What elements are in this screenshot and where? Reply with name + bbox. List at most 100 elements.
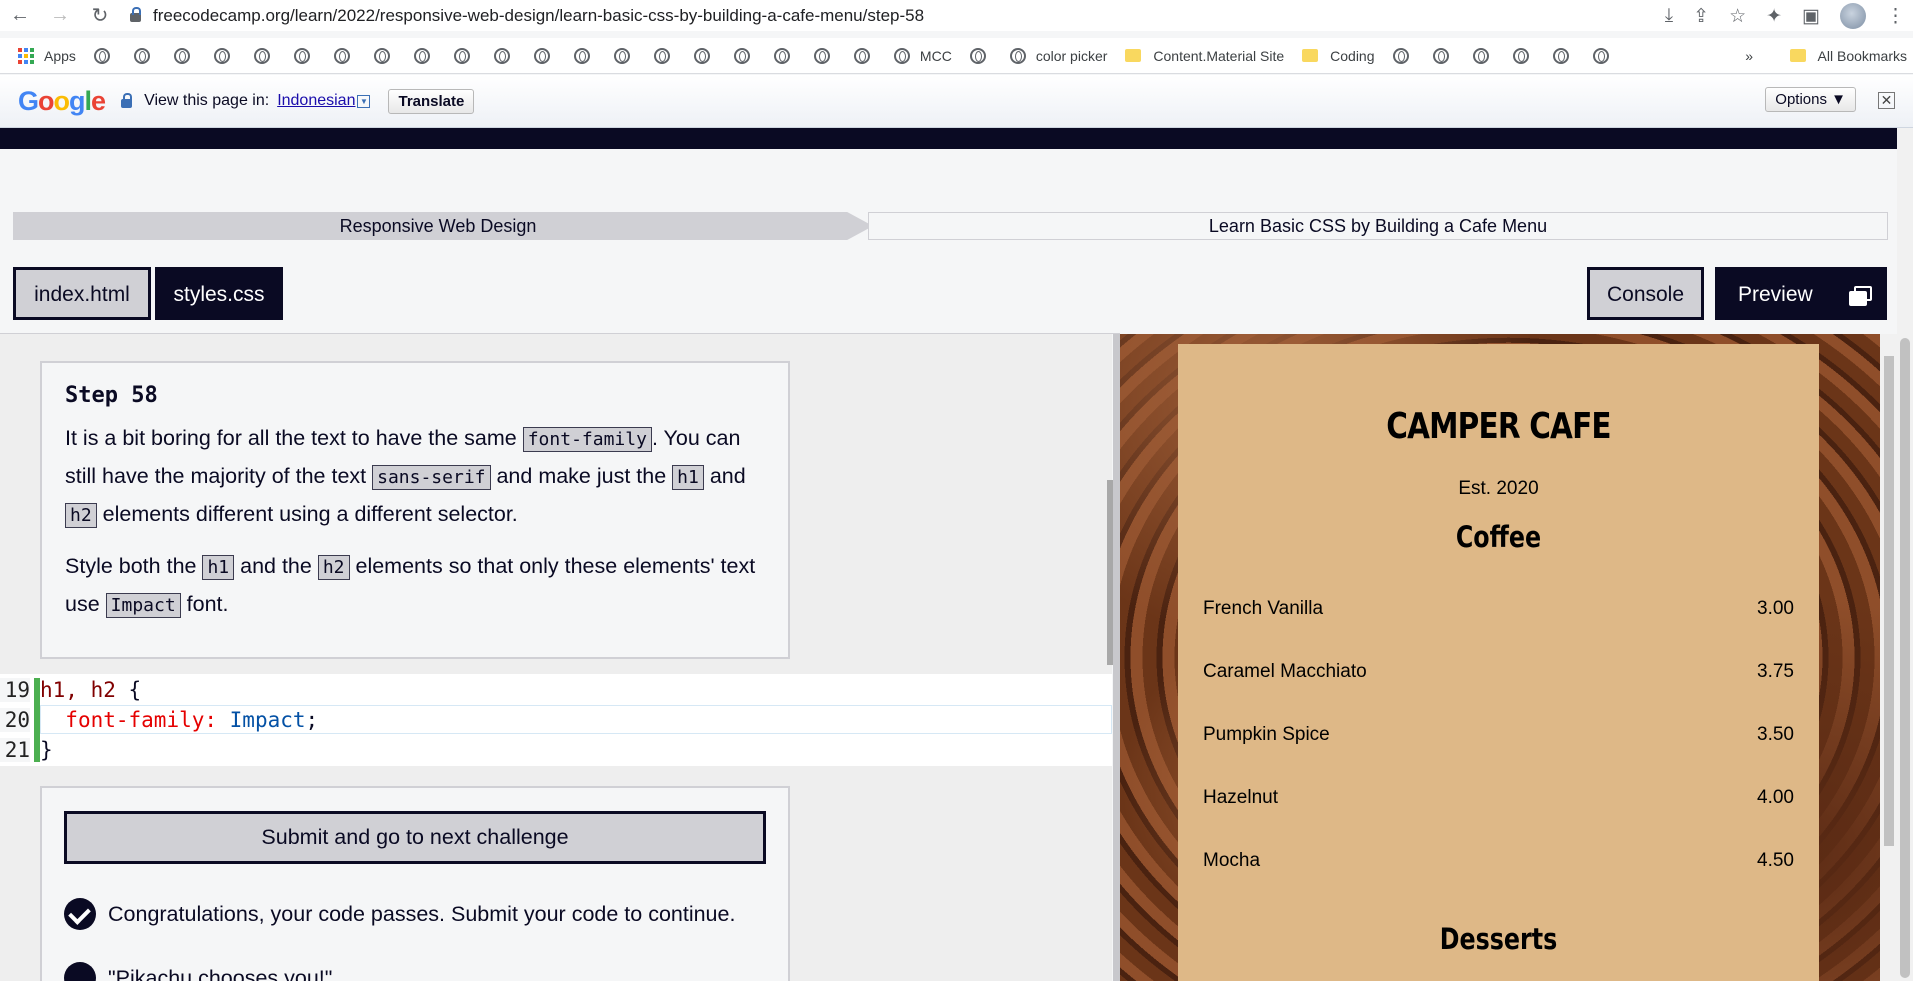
forward-icon[interactable]: →	[40, 4, 80, 27]
globe-icon[interactable]	[653, 47, 670, 64]
folder-icon	[1125, 49, 1142, 62]
cafe-title: CAMPER CAFE	[1386, 406, 1611, 447]
side-panel-icon[interactable]: ▣	[1802, 5, 1820, 28]
desserts-heading: Desserts	[1439, 922, 1558, 956]
submit-button[interactable]: Submit and go to next challenge	[64, 811, 766, 864]
globe-icon[interactable]	[133, 47, 150, 64]
lock-icon	[121, 92, 133, 108]
preview-scrollbar[interactable]	[1880, 334, 1897, 981]
globe-icon[interactable]	[1009, 47, 1026, 64]
breadcrumb-block[interactable]: Learn Basic CSS by Building a Cafe Menu	[868, 212, 1888, 240]
code-line-20[interactable]: font-family: Impact;	[40, 708, 318, 732]
bookmark-color-picker[interactable]: color picker	[1036, 48, 1108, 64]
test-result: "Pikachu chooses you!"	[64, 962, 332, 981]
globe-icon[interactable]	[1552, 47, 1569, 64]
google-logo: Google	[18, 85, 106, 116]
globe-icon[interactable]	[293, 47, 310, 64]
bookmark-material-site[interactable]: Content.Material Site	[1153, 48, 1284, 64]
url-field[interactable]: freecodecamp.org/learn/2022/responsive-w…	[130, 6, 924, 26]
preview-pane: CAMPER CAFE Est. 2020 Coffee French Vani…	[1120, 334, 1897, 981]
menu-item: Hazelnut 4.00	[1203, 787, 1794, 809]
globe-icon[interactable]	[453, 47, 470, 64]
bookmarks-bar: Apps MCC color picker Content.Material S…	[0, 38, 1913, 74]
all-bookmarks[interactable]: All Bookmarks	[1818, 48, 1907, 64]
globe-icon[interactable]	[413, 47, 430, 64]
options-button[interactable]: Options ▼	[1765, 87, 1856, 112]
profile-avatar[interactable]	[1840, 3, 1866, 29]
star-icon[interactable]: ☆	[1729, 5, 1746, 28]
step-paragraph-1: It is a bit boring for all the text to h…	[65, 426, 746, 528]
reload-icon[interactable]: ↻	[80, 3, 120, 28]
back-icon[interactable]: ←	[0, 4, 40, 27]
globe-icon[interactable]	[213, 47, 230, 64]
install-icon[interactable]: ⤓	[1665, 5, 1673, 27]
folder-icon	[1302, 49, 1319, 62]
page-scrollbar[interactable]	[1897, 128, 1913, 981]
item-price: 3.75	[1757, 661, 1794, 682]
globe-icon[interactable]	[853, 47, 870, 64]
globe-icon[interactable]	[573, 47, 590, 64]
item-price: 4.50	[1757, 850, 1794, 871]
globe-icon[interactable]	[493, 47, 510, 64]
globe-icon[interactable]	[93, 47, 110, 64]
item-name: Hazelnut	[1203, 787, 1278, 808]
bookmark-apps[interactable]: Apps	[44, 48, 76, 64]
globe-icon[interactable]	[969, 47, 986, 64]
globe-icon[interactable]	[693, 47, 710, 64]
share-icon[interactable]: ⇪	[1693, 5, 1709, 28]
pane-resize-handle[interactable]	[1113, 334, 1120, 981]
apps-grid-icon	[18, 47, 34, 64]
item-price: 3.00	[1757, 598, 1794, 619]
more-bookmarks-chevron[interactable]: »	[1745, 48, 1753, 64]
dropdown-arrow-icon[interactable]: ▼	[357, 94, 371, 108]
menu-item: Mocha 4.50	[1203, 850, 1794, 872]
site-lock-icon[interactable]	[130, 7, 141, 22]
code-line-21[interactable]: }	[40, 738, 53, 762]
globe-icon[interactable]	[613, 47, 630, 64]
item-price: 3.50	[1757, 724, 1794, 745]
globe-icon[interactable]	[1592, 47, 1609, 64]
url-text: freecodecamp.org/learn/2022/responsive-w…	[153, 5, 925, 25]
globe-icon[interactable]	[1432, 47, 1449, 64]
bookmark-coding[interactable]: Coding	[1330, 48, 1374, 64]
globe-icon[interactable]	[1512, 47, 1529, 64]
globe-icon[interactable]	[773, 47, 790, 64]
globe-icon[interactable]	[333, 47, 350, 64]
translate-prompt: View this page in:	[144, 92, 270, 109]
code-line-19[interactable]: h1, h2 {	[40, 678, 141, 702]
menu-item: French Vanilla 3.00	[1203, 598, 1794, 620]
globe-icon[interactable]	[813, 47, 830, 64]
tab-index-html[interactable]: index.html	[13, 267, 151, 320]
checkmark-icon	[64, 898, 96, 930]
item-price: 4.00	[1757, 787, 1794, 808]
line-number: 20	[0, 708, 30, 732]
close-icon[interactable]: ✕	[1878, 92, 1895, 109]
globe-icon[interactable]	[533, 47, 550, 64]
step-description: Step 58 It is a bit boring for all the t…	[40, 361, 790, 659]
globe-icon[interactable]	[733, 47, 750, 64]
extensions-icon[interactable]: ✦	[1766, 5, 1782, 28]
address-bar: ← → ↻ freecodecamp.org/learn/2022/respon…	[0, 0, 1913, 31]
console-button[interactable]: Console	[1587, 267, 1704, 320]
globe-icon[interactable]	[1472, 47, 1489, 64]
established-text: Est. 2020	[1458, 478, 1539, 499]
translate-button[interactable]: Translate	[388, 88, 475, 114]
popout-icon[interactable]	[1848, 284, 1872, 306]
preview-button[interactable]: Preview	[1715, 267, 1887, 320]
globe-icon[interactable]	[373, 47, 390, 64]
globe-icon[interactable]	[1392, 47, 1409, 64]
language-select[interactable]: Indonesian	[277, 92, 355, 110]
site-navbar	[0, 128, 1897, 149]
bookmark-mcc[interactable]: MCC	[920, 48, 952, 64]
globe-icon[interactable]	[173, 47, 190, 64]
breadcrumb-superblock[interactable]: Responsive Web Design	[13, 212, 873, 240]
code-editor[interactable]: 19 20 21 h1, h2 { font-family: Impact; }	[0, 674, 1112, 766]
menu-kebab-icon[interactable]: ⋮	[1886, 5, 1905, 28]
folder-icon	[1789, 49, 1806, 62]
menu-item: Pumpkin Spice 3.50	[1203, 724, 1794, 746]
menu-item: Caramel Macchiato 3.75	[1203, 661, 1794, 683]
globe-icon[interactable]	[893, 47, 910, 64]
tab-styles-css[interactable]: styles.css	[155, 267, 283, 320]
translate-bar: Google View this page in: Indonesian ▼ T…	[0, 75, 1913, 128]
globe-icon[interactable]	[253, 47, 270, 64]
